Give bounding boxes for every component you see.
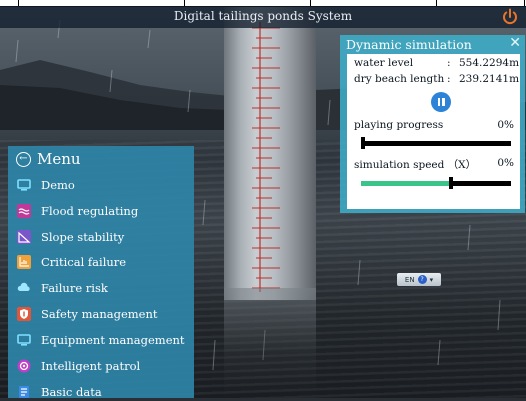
menu-title: Menu bbox=[37, 150, 81, 168]
menu-item-critical-failure[interactable]: Critical failure bbox=[16, 253, 126, 271]
app-title: Digital tailings ponds System bbox=[173, 9, 353, 23]
menu-header[interactable]: ← Menu bbox=[16, 149, 81, 169]
progress-handle[interactable] bbox=[361, 137, 365, 149]
wave-icon bbox=[16, 204, 31, 218]
progress-slider[interactable] bbox=[361, 137, 511, 149]
device-icon bbox=[16, 333, 31, 347]
slope-icon bbox=[16, 230, 31, 244]
cloud-icon bbox=[16, 281, 31, 295]
dry-beach-separator: : bbox=[447, 73, 451, 85]
dry-beach-label: dry beach length bbox=[354, 73, 445, 85]
speed-row: simulation speed （X） 0% bbox=[354, 157, 514, 172]
panel-body: water level : 554.2294m dry beach length… bbox=[347, 54, 520, 209]
menu-item-slope-stability[interactable]: Slope stability bbox=[16, 228, 124, 246]
language-switch[interactable]: EN ? ▾ bbox=[397, 273, 441, 286]
power-button[interactable] bbox=[500, 7, 520, 27]
document-icon bbox=[16, 385, 31, 399]
menu-item-label: Failure risk bbox=[41, 281, 108, 295]
panel-title: Dynamic simulation bbox=[346, 37, 472, 52]
menu-item-label: Demo bbox=[41, 178, 75, 192]
water-level-separator: : bbox=[447, 57, 451, 69]
speed-label: simulation speed （X） bbox=[354, 159, 477, 171]
dynamic-simulation-panel: Dynamic simulation ✕ water level : 554.2… bbox=[340, 35, 525, 213]
title-bar: Digital tailings ponds System bbox=[0, 6, 526, 28]
pole-reflection bbox=[224, 288, 316, 398]
side-menu: ← Menu Demo Flood regulating Slope stabi… bbox=[8, 146, 194, 401]
menu-item-label: Intelligent patrol bbox=[41, 359, 141, 373]
power-icon bbox=[503, 8, 517, 25]
progress-value: 0% bbox=[497, 119, 514, 131]
water-level-value: 554.2294m bbox=[459, 57, 520, 69]
dry-beach-value: 239.2141m bbox=[459, 73, 520, 85]
menu-item-label: Critical failure bbox=[41, 255, 127, 269]
back-arrow-icon: ← bbox=[16, 151, 31, 167]
help-icon: ? bbox=[417, 275, 427, 284]
pause-button[interactable] bbox=[431, 92, 451, 112]
water-level-row: water level : 554.2294m bbox=[354, 57, 519, 69]
gauge-scale bbox=[252, 22, 280, 292]
monitor-icon bbox=[16, 178, 31, 192]
menu-item-basic-data[interactable]: Basic data bbox=[16, 383, 102, 401]
language-code: EN bbox=[404, 275, 415, 284]
menu-item-equipment-management[interactable]: Equipment management bbox=[16, 331, 185, 349]
speed-fill bbox=[361, 181, 451, 186]
close-icon[interactable]: ✕ bbox=[509, 35, 521, 51]
menu-item-label: Flood regulating bbox=[41, 204, 139, 218]
water-level-label: water level bbox=[354, 57, 414, 69]
progress-row: playing progress 0% bbox=[354, 119, 514, 131]
menu-item-label: Safety management bbox=[41, 307, 158, 321]
dry-beach-row: dry beach length : 239.2141m bbox=[354, 73, 519, 85]
menu-item-failure-risk[interactable]: Failure risk bbox=[16, 279, 108, 297]
panel-header: Dynamic simulation ✕ bbox=[340, 35, 525, 53]
menu-item-flood-regulating[interactable]: Flood regulating bbox=[16, 202, 138, 220]
menu-item-safety-management[interactable]: Safety management bbox=[16, 305, 158, 323]
chart-icon bbox=[16, 255, 31, 269]
pause-icon bbox=[437, 98, 446, 106]
speed-handle[interactable] bbox=[449, 177, 453, 189]
menu-item-label: Basic data bbox=[41, 385, 102, 399]
progress-label: playing progress bbox=[354, 119, 444, 131]
speed-slider[interactable] bbox=[361, 177, 511, 189]
menu-item-demo[interactable]: Demo bbox=[16, 176, 75, 194]
menu-item-label: Equipment management bbox=[41, 333, 185, 347]
chevron-down-icon: ▾ bbox=[429, 275, 434, 284]
menu-item-label: Slope stability bbox=[41, 230, 125, 244]
patrol-icon bbox=[16, 359, 31, 373]
speed-value: 0% bbox=[497, 157, 514, 169]
menu-item-intelligent-patrol[interactable]: Intelligent patrol bbox=[16, 357, 140, 375]
shield-icon bbox=[16, 307, 31, 321]
